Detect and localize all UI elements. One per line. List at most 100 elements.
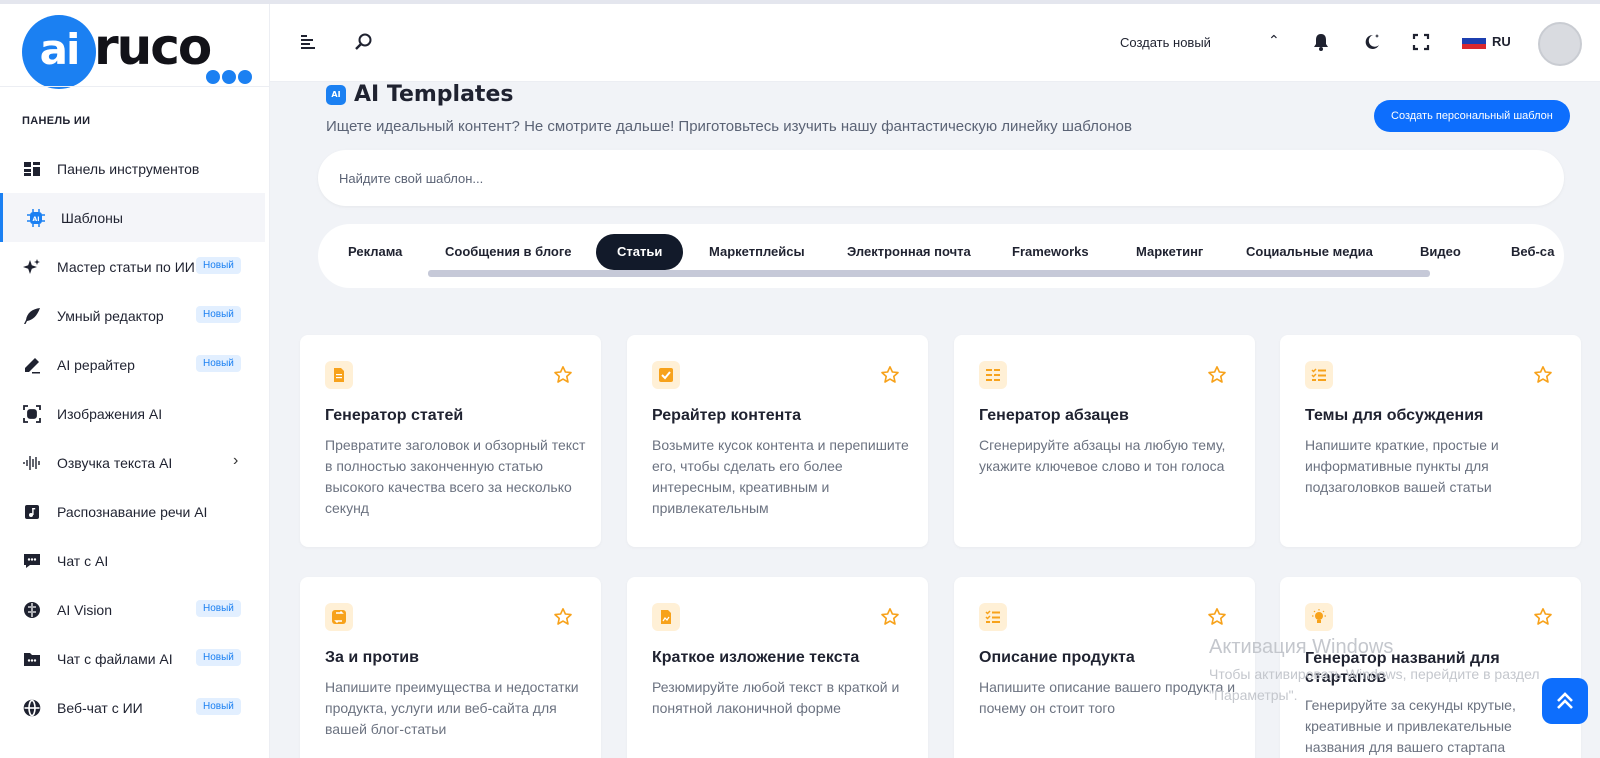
card-description: Напишите краткие, простые и информативны… bbox=[1305, 437, 1499, 495]
sidebar-item-web-chat[interactable]: Веб-чат с ИИ Новый bbox=[0, 683, 270, 732]
star-icon[interactable] bbox=[1207, 365, 1227, 385]
sidebar-item-ai-vision[interactable]: AI Vision Новый bbox=[0, 585, 270, 634]
folder-icon bbox=[22, 649, 42, 669]
pen-icon bbox=[22, 355, 42, 375]
card-description: Напишите описание вашего продукта и поче… bbox=[979, 679, 1236, 716]
template-card[interactable]: Генератор абзацев Сгенерируйте абзацы на… bbox=[954, 335, 1255, 547]
paragraph-icon bbox=[979, 361, 1007, 389]
star-icon[interactable] bbox=[880, 365, 900, 385]
card-title: Генератор названий для стартапов bbox=[1305, 650, 1500, 686]
tab-email[interactable]: Электронная почта bbox=[837, 234, 981, 270]
star-icon[interactable] bbox=[1533, 607, 1553, 627]
chat-icon bbox=[22, 551, 42, 571]
card-title: Генератор абзацев bbox=[979, 407, 1129, 424]
card-description: Возьмите кусок контента и перепишите его… bbox=[652, 437, 909, 516]
feather-icon bbox=[22, 306, 42, 326]
sidebar-item-label: Панель инструментов bbox=[57, 160, 200, 177]
menu-toggle-icon[interactable] bbox=[299, 32, 319, 52]
tab-ads[interactable]: Реклама bbox=[338, 234, 412, 270]
new-badge: Новый bbox=[196, 306, 241, 323]
ai-chip-icon: AI bbox=[26, 208, 46, 228]
new-badge: Новый bbox=[196, 649, 241, 666]
sidebar-item-ai-images[interactable]: Изображения AI bbox=[0, 389, 270, 438]
sidebar-item-ai-chat[interactable]: Чат с AI bbox=[0, 536, 270, 585]
card-title: Темы для обсуждения bbox=[1305, 407, 1484, 424]
tab-marketplaces[interactable]: Маркетплейсы bbox=[699, 234, 815, 270]
create-custom-template-button[interactable]: Создать персональный шаблон bbox=[1374, 100, 1570, 132]
sidebar-item-text-to-speech[interactable]: Озвучка текста AI › bbox=[0, 438, 270, 487]
sparkles-icon bbox=[22, 257, 42, 277]
tab-social-media[interactable]: Социальные медиа bbox=[1236, 234, 1383, 270]
sidebar-item-label: Веб-чат с ИИ bbox=[57, 699, 143, 716]
sidebar-item-label: Чат с файлами AI bbox=[57, 650, 173, 667]
card-title: Краткое изложение текста bbox=[652, 649, 860, 666]
card-description: Генерируйте за секунды крутые, креативны… bbox=[1305, 697, 1516, 755]
sidebar-item-templates[interactable]: AI Шаблоны bbox=[0, 193, 265, 242]
new-badge: Новый bbox=[196, 257, 241, 274]
sidebar-item-article-wizard[interactable]: Мастер статьи по ИИ Новый bbox=[0, 242, 270, 291]
template-card[interactable]: Рерайтер контента Возьмите кусок контент… bbox=[627, 335, 928, 547]
category-tabs: Реклама Сообщения в блоге Статьи Маркетп… bbox=[318, 224, 1564, 288]
checklist-icon bbox=[1305, 361, 1333, 389]
tab-blog-posts[interactable]: Сообщения в блоге bbox=[435, 234, 582, 270]
card-title: За и против bbox=[325, 649, 419, 666]
card-description: Сгенерируйте абзацы на любую тему, укажи… bbox=[979, 437, 1226, 474]
sidebar-item-label: Изображения AI bbox=[57, 405, 163, 422]
tab-frameworks[interactable]: Frameworks bbox=[1002, 234, 1099, 270]
sidebar-item-label: Умный редактор bbox=[57, 307, 164, 324]
template-card[interactable]: Краткое изложение текста Резюмируйте люб… bbox=[627, 577, 928, 758]
scroll-to-top-button[interactable] bbox=[1542, 678, 1588, 724]
tab-websites[interactable]: Веб-са bbox=[1501, 234, 1564, 270]
sidebar-divider bbox=[0, 86, 270, 87]
brain-icon bbox=[22, 600, 42, 620]
template-card[interactable]: Генератор названий для стартапов Генерир… bbox=[1280, 577, 1581, 758]
sidebar-section-title: ПАНЕЛЬ ИИ bbox=[22, 115, 91, 127]
page-title-text: AI Templates bbox=[354, 82, 514, 107]
sidebar-item-speech-recognition[interactable]: Распознавание речи AI bbox=[0, 487, 270, 536]
template-card[interactable]: Темы для обсуждения Напишите краткие, пр… bbox=[1280, 335, 1581, 547]
image-scan-icon bbox=[22, 404, 42, 424]
tabs-scrollbar[interactable] bbox=[428, 270, 1430, 277]
logo-text: ruco bbox=[94, 18, 212, 76]
card-title: Описание продукта bbox=[979, 649, 1135, 666]
fullscreen-icon[interactable] bbox=[1411, 32, 1431, 52]
avatar[interactable] bbox=[1538, 22, 1582, 66]
language-code: RU bbox=[1492, 33, 1511, 49]
sidebar-item-label: Чат с AI bbox=[57, 552, 109, 569]
sidebar-item-file-chat[interactable]: Чат с файлами AI Новый bbox=[0, 634, 270, 683]
dashboard-icon bbox=[22, 159, 42, 179]
sidebar-item-ai-rewriter[interactable]: AI рерайтер Новый bbox=[0, 340, 270, 389]
double-chevron-up-icon bbox=[1557, 692, 1573, 709]
card-description: Превратите заголовок и обзорный текст в … bbox=[325, 437, 586, 516]
soundwave-icon bbox=[22, 453, 42, 473]
new-badge: Новый bbox=[196, 355, 241, 372]
star-icon[interactable] bbox=[1533, 365, 1553, 385]
star-icon[interactable] bbox=[553, 607, 573, 627]
card-title: Генератор статей bbox=[325, 407, 464, 424]
sidebar-item-smart-editor[interactable]: Умный редактор Новый bbox=[0, 291, 270, 340]
dark-mode-icon[interactable] bbox=[1362, 32, 1382, 52]
star-icon[interactable] bbox=[1207, 607, 1227, 627]
template-card[interactable]: Описание продукта Напишите описание ваше… bbox=[954, 577, 1255, 758]
language-selector[interactable]: RU bbox=[1462, 33, 1511, 49]
tab-articles[interactable]: Статьи bbox=[596, 234, 684, 270]
bell-icon[interactable] bbox=[1311, 32, 1331, 52]
sidebar-item-label: Распознавание речи AI bbox=[57, 503, 208, 520]
template-search-input[interactable] bbox=[318, 150, 1564, 206]
logo[interactable]: ai ruco bbox=[22, 12, 252, 90]
sidebar-item-label: AI рерайтер bbox=[57, 356, 135, 373]
star-icon[interactable] bbox=[880, 607, 900, 627]
star-icon[interactable] bbox=[553, 365, 573, 385]
card-title: Рерайтер контента bbox=[652, 407, 801, 424]
tab-marketing[interactable]: Маркетинг bbox=[1126, 234, 1213, 270]
template-card[interactable]: Генератор статей Превратите заголовок и … bbox=[300, 335, 601, 547]
chevron-up-icon[interactable]: ⌃ bbox=[1268, 32, 1280, 49]
tab-video[interactable]: Видео bbox=[1410, 234, 1471, 270]
sidebar-item-dashboard[interactable]: Панель инструментов bbox=[0, 144, 270, 193]
chevron-right-icon[interactable]: › bbox=[233, 452, 238, 470]
search-icon[interactable] bbox=[354, 32, 374, 52]
create-new-dropdown[interactable]: Создать новый bbox=[1120, 35, 1211, 50]
sidebar-item-label: Шаблоны bbox=[61, 209, 123, 226]
document-icon bbox=[325, 361, 353, 389]
template-card[interactable]: За и против Напишите преимущества и недо… bbox=[300, 577, 601, 758]
